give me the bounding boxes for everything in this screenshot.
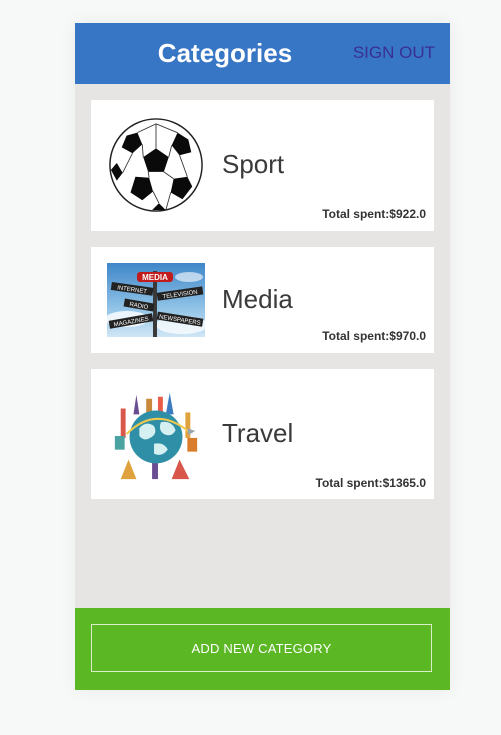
add-new-category-button[interactable]: ADD NEW CATEGORY [91,624,432,672]
category-name: Travel [222,418,294,448]
sign-out-button[interactable]: SIGN OUT [353,42,435,64]
category-name: Media [222,284,293,314]
category-total: Total spent:$1365.0 [316,476,427,491]
media-signpost-image: MEDIA INTERNET TELEVISION RADIO MAGAZINE… [107,263,205,337]
total-value: $970.0 [389,329,426,343]
category-card-sport[interactable]: Sport Total spent:$922.0 [91,100,434,231]
page-title: Categories [157,38,293,68]
total-value: $1365.0 [382,476,426,490]
category-name: Sport [222,149,285,179]
media-sign-top: MEDIA [142,273,168,282]
travel-globe-image [114,392,198,480]
category-total: Total spent:$922.0 [322,207,426,222]
soccer-ball-icon [109,118,203,212]
category-total: Total spent:$970.0 [322,329,426,344]
category-card-media[interactable]: MEDIA INTERNET TELEVISION RADIO MAGAZINE… [91,247,434,353]
category-card-travel[interactable]: Travel Total spent:$1365.0 [91,369,434,499]
app-header: Categories SIGN OUT [75,23,450,84]
total-label: Total spent: [322,207,390,221]
total-label: Total spent: [322,329,390,343]
app-screen: Categories SIGN OUT Sport Total spent:$9… [75,23,450,690]
total-label: Total spent: [315,476,383,490]
total-value: $922.0 [389,207,426,221]
footer-bar: ADD NEW CATEGORY [75,608,450,690]
